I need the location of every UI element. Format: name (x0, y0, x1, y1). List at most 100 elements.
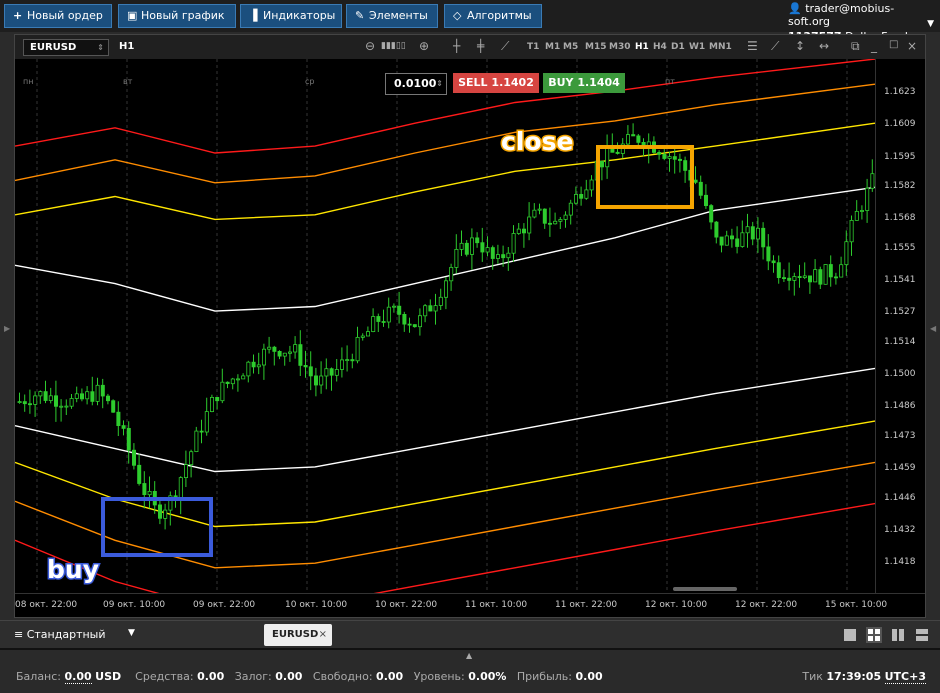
candle-body (38, 391, 43, 397)
candle-body (745, 226, 750, 234)
chart-settings-icon[interactable]: ☰ (747, 39, 758, 53)
layout-columns-icon[interactable] (890, 627, 906, 643)
candle-body (246, 361, 251, 377)
timeframe-w1[interactable]: W1 (689, 42, 705, 52)
candle-body (870, 173, 875, 189)
trading-app: + Новый ордер ▣ Новый график ▐ Индикаторы ✎… (0, 0, 940, 693)
price-tick-label: 1.1555 (884, 243, 916, 254)
candle-body (204, 411, 209, 433)
candle-body (626, 134, 631, 145)
candle-body (709, 205, 714, 223)
candle-body (189, 451, 194, 466)
indicator-band-line (15, 367, 875, 473)
zoom-slider-icon[interactable]: ▮▮▮▯▯ (381, 41, 406, 51)
candle-body (584, 189, 589, 199)
candle-body (782, 277, 787, 280)
indicator-band-line (15, 122, 875, 221)
candle-body (678, 158, 683, 161)
elements-button[interactable]: ✎ Элементы (346, 4, 438, 28)
timeframe-m15[interactable]: M15 (585, 42, 606, 52)
zoom-in-icon[interactable]: ⊕ (419, 39, 429, 53)
symbol-select[interactable]: EURUSD ⇕ (23, 39, 109, 56)
timeframe-h1[interactable]: H1 (635, 42, 649, 52)
balance-value[interactable]: 0.00 (64, 670, 92, 684)
price-axis[interactable]: 1.1623 1.1609 1.1595 1.1582 1.1568 1.1555 1.15… (875, 59, 925, 593)
candle-body (194, 430, 199, 453)
detach-window-icon[interactable]: ⧉ (851, 39, 860, 54)
zoom-out-icon[interactable]: ⊖ (365, 39, 375, 53)
clock-time: 17:39:05 (826, 670, 882, 683)
candle-body (334, 369, 339, 376)
close-annotation: close (499, 126, 574, 158)
time-tick-label: 12 окт. 10:00 (645, 600, 708, 610)
new-chart-button[interactable]: ▣ Новый график (118, 4, 236, 28)
layout-select[interactable]: ≡ Стандартный (14, 628, 106, 641)
timeframe-d1[interactable]: D1 (671, 42, 685, 52)
candle-body (490, 247, 495, 259)
free-margin-value: 0.00 (376, 670, 404, 683)
algorithms-button[interactable]: ◇ Алгоритмы (444, 4, 542, 28)
candle-body (360, 335, 365, 338)
layout-single-icon[interactable] (842, 627, 858, 643)
new-order-button[interactable]: + Новый ордер (4, 4, 112, 28)
candle-body (48, 395, 53, 401)
margin-value: 0.00 (275, 670, 303, 683)
collapse-arrow-icon[interactable]: ▲ (466, 651, 472, 660)
candle-body (475, 237, 480, 244)
candle-body (792, 276, 797, 281)
account-dropdown-icon[interactable]: ▼ (927, 19, 934, 29)
chart-plot-area[interactable] (15, 59, 875, 593)
bar-chart-icon: ▐ (249, 9, 258, 22)
horizontal-line-icon[interactable]: ↔ (819, 39, 829, 53)
tab-eurusd[interactable]: EURUSD × (264, 624, 332, 646)
trend-line-icon[interactable]: ⟋ (771, 39, 779, 54)
close-tab-icon[interactable]: × (319, 624, 327, 646)
lot-size-input[interactable]: 0.0100 ⇕ (385, 73, 447, 95)
price-chart[interactable] (15, 59, 875, 593)
indicators-button[interactable]: ▐ Индикаторы (240, 4, 342, 28)
left-panel-arrow-icon[interactable]: ▶ (4, 324, 10, 333)
candle-body (776, 262, 781, 278)
maximize-icon[interactable]: □ (889, 39, 898, 50)
timeframe-mn1[interactable]: MN1 (709, 42, 732, 52)
candle-body (553, 220, 558, 225)
time-axis[interactable]: 08 окт. 22:00 09 окт. 10:00 09 окт. 22:00 1… (15, 593, 925, 617)
close-icon[interactable]: × (907, 39, 917, 53)
vertical-line-icon[interactable]: ↕ (795, 39, 805, 53)
candle-body (854, 210, 859, 221)
candle-body (449, 266, 454, 282)
candlestick-type-icon[interactable]: ╪ (477, 39, 484, 53)
candle-body (313, 375, 318, 386)
time-tick-label: 10 окт. 22:00 (375, 600, 438, 610)
candle-body (542, 208, 547, 224)
candle-body (428, 305, 433, 312)
bar-type-icon[interactable]: ┼ (453, 39, 460, 53)
buy-button[interactable]: BUY 1.1404 (543, 73, 625, 93)
candle-body (100, 384, 105, 397)
candle-body (548, 222, 553, 225)
candle-body (672, 156, 677, 160)
right-panel-arrow-icon[interactable]: ◀ (930, 324, 936, 333)
sell-button[interactable]: SELL 1.1402 (453, 73, 539, 93)
timeframe-m1[interactable]: M1 (545, 42, 560, 52)
price-tick-label: 1.1418 (884, 557, 916, 568)
candle-body (813, 269, 818, 283)
candle-body (371, 316, 376, 333)
candle-body (438, 296, 443, 306)
candle-body (376, 316, 381, 322)
candle-body (319, 375, 324, 386)
layout-dropdown-icon[interactable]: ▼ (128, 628, 135, 638)
layout-rows-icon[interactable] (914, 627, 930, 643)
timeframe-m30[interactable]: M30 (609, 42, 630, 52)
time-tick-label: 08 окт. 22:00 (15, 600, 78, 610)
timeframe-h4[interactable]: H4 (653, 42, 667, 52)
layout-grid-icon[interactable] (866, 627, 882, 643)
price-tick-label: 1.1459 (884, 463, 916, 474)
minimize-icon[interactable]: _ (871, 39, 877, 53)
price-tick-label: 1.1500 (884, 369, 916, 380)
timeframe-m5[interactable]: M5 (563, 42, 578, 52)
timezone-select[interactable]: UTC+3 (884, 670, 926, 684)
candle-body (22, 401, 27, 405)
timeframe-t1[interactable]: T1 (527, 42, 539, 52)
line-type-icon[interactable]: ⟋ (501, 39, 509, 54)
